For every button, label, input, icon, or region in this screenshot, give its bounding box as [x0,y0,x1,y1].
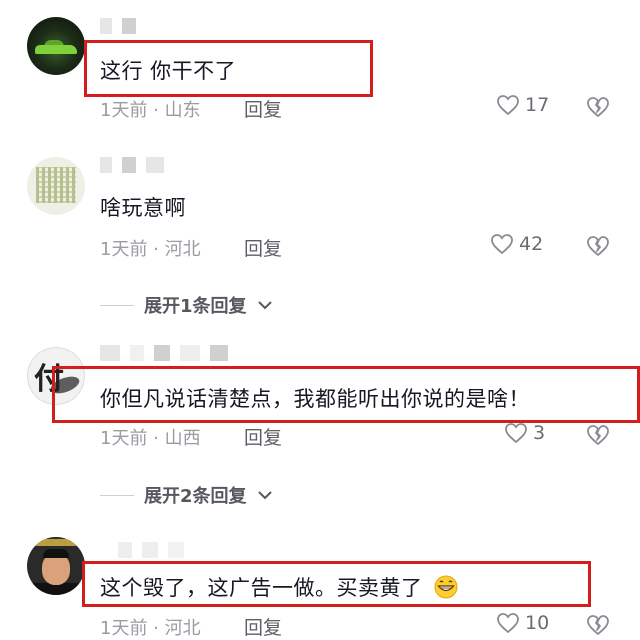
chevron-down-icon [257,301,272,310]
username-redacted [100,345,238,361]
text-grid-avatar[interactable] [27,157,85,215]
expand-replies-button[interactable]: 展开1条回复 [100,292,273,318]
heart-icon [497,95,519,116]
reply-button[interactable]: 回复 [244,423,282,450]
broken-heart-icon[interactable] [586,235,610,257]
like-button[interactable]: 42 [490,233,543,255]
comment-text: 你但凡说话清楚点，我都能听出你说的是啥！ [100,387,530,411]
comment-time-location: 1天前 · 山东 [100,100,201,121]
divider-line [100,494,134,496]
username-redacted [100,157,174,173]
like-count: 3 [533,422,546,444]
comment-time-location: 1天前 · 河北 [100,239,201,260]
comment-text: 这个毁了，这广告一做。买卖黄了 [100,572,460,602]
chevron-down-icon [257,491,272,500]
like-count: 42 [519,233,544,255]
expand-replies-label: 展开1条回复 [144,296,247,317]
broken-heart-icon[interactable] [586,614,610,636]
expand-replies-button[interactable]: 展开2条回复 [100,482,273,508]
like-count: 10 [525,612,550,634]
reply-button[interactable]: 回复 [244,95,282,122]
divider-line [100,304,134,306]
grinning-face-emoji [434,575,458,599]
calligraphy-avatar[interactable]: 付 [27,347,85,405]
expand-replies-label: 展开2条回复 [144,486,247,507]
reply-button[interactable]: 回复 [244,613,282,640]
reply-button[interactable]: 回复 [244,234,282,261]
broken-heart-icon[interactable] [586,424,610,446]
comment-text-content: 这个毁了，这广告一做。买卖黄了 [100,576,423,600]
man-portrait-avatar[interactable] [27,537,85,595]
comment-time-location: 1天前 · 河北 [100,618,201,639]
like-button[interactable]: 10 [496,612,549,634]
broken-heart-icon[interactable] [586,96,610,118]
comment-text: 这行 你干不了 [100,59,237,83]
comment-text: 啥玩意啊 [100,196,186,220]
username-redacted [100,18,146,34]
comment-time-location: 1天前 · 山西 [100,428,201,449]
username-redacted [118,542,194,558]
heart-icon [505,423,527,444]
heart-icon [497,613,519,634]
heart-icon [491,234,513,255]
like-count: 17 [525,94,550,116]
sports-car-avatar[interactable] [27,17,85,75]
like-button[interactable]: 17 [496,94,549,116]
like-button[interactable]: 3 [504,422,545,444]
